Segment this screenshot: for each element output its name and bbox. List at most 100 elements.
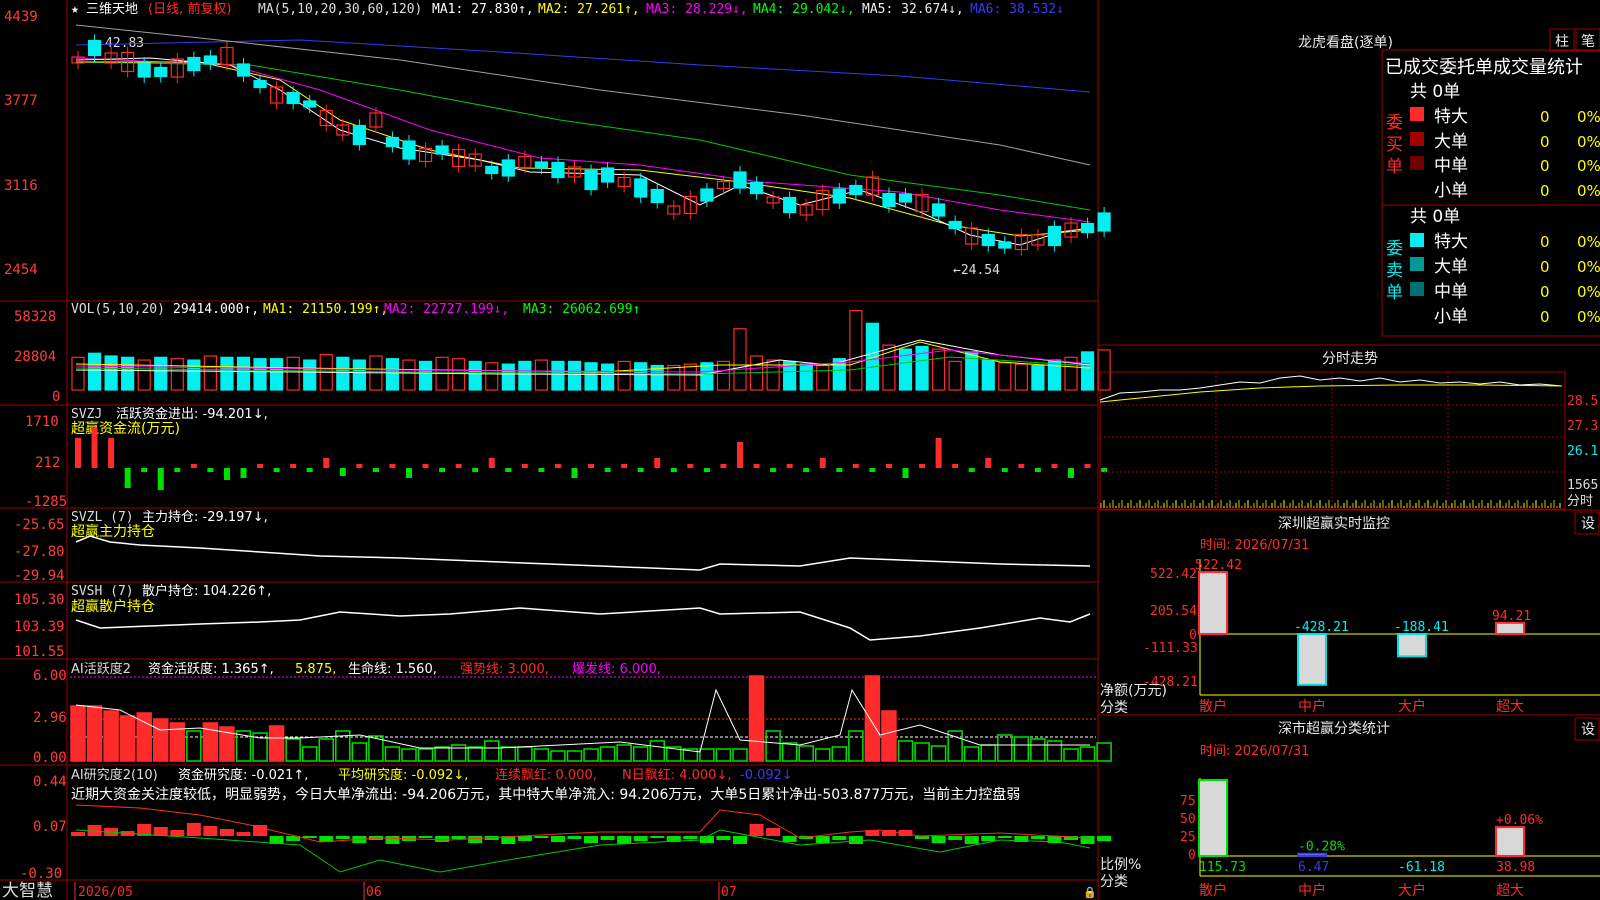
ai2-bar: [948, 836, 963, 840]
ma60-line: [75, 24, 1091, 166]
ai2-bar: [617, 836, 632, 844]
svzl-sub: 超赢主力持仓: [71, 523, 155, 540]
ai1-bar: [1030, 738, 1046, 762]
sell-m-value: 0: [1540, 283, 1550, 301]
ma5-value: MA5: 32.674↓,: [862, 2, 964, 17]
ai1-bar: [997, 734, 1013, 762]
ai1-bar: [715, 748, 732, 762]
candle-body: [485, 165, 499, 175]
buy-s-pct: 0%: [1577, 182, 1600, 200]
candle-body: [435, 145, 449, 155]
svzj-bar: [273, 468, 280, 472]
classify-tick-1: 75: [1180, 794, 1196, 809]
monitor-settings-label: 设: [1581, 516, 1595, 532]
volume-bar: [71, 356, 85, 391]
sell-m-label: 中单: [1434, 282, 1468, 302]
svzj-sub: 超赢资金流(万元): [71, 420, 180, 437]
candle-body: [1080, 222, 1095, 234]
sell-l-value: 0: [1540, 258, 1550, 276]
svzl-tick-1: -25.65: [14, 517, 65, 533]
volume-bar: [452, 358, 466, 391]
candle-body: [187, 56, 201, 72]
svzj-bar: [190, 464, 197, 468]
classify-bottom-label: 115.73: [1199, 860, 1246, 875]
ai2-bar: [203, 826, 218, 836]
monitor-time: 时间: 2026/07/31: [1200, 538, 1309, 553]
ai1-d: 强势线: 3.000,: [460, 661, 549, 677]
candle-body: [1047, 225, 1062, 247]
volume-bar: [716, 360, 731, 391]
svzj-bar: [935, 438, 942, 468]
classify-bars: 115.73 散户 -0.28% 6.47 中户 -61.18 大户 +0.06% 38.98 超…: [1198, 779, 1543, 899]
bar-mode-button-label: 柱: [1555, 34, 1569, 50]
volume-bar: [1014, 363, 1028, 391]
date-label-jun: 06: [366, 885, 382, 900]
volume-bar: [203, 355, 217, 391]
volume-bar: [336, 356, 350, 391]
ai2-bar: [733, 836, 747, 844]
buy-l-pct: 0%: [1577, 133, 1600, 151]
svzj-bar: [1101, 468, 1108, 472]
monitor-bars: 522.42 散户 -428.21 中户 -188.41 大户 94.21 超大: [1195, 558, 1531, 715]
monitor-bar-label: 522.42: [1195, 558, 1242, 573]
svzj-bar: [174, 468, 181, 472]
ai1-bar: [417, 748, 434, 762]
ai1-bar: [351, 742, 368, 762]
svzj-bar: [91, 428, 98, 468]
svzj-bar: [1018, 464, 1025, 468]
ai1-bar: [186, 730, 202, 762]
ai1-title: AI活跃度2: [71, 661, 131, 677]
volume-bar: [931, 348, 946, 391]
ai2-bar: [71, 832, 85, 836]
ai2-bar: [964, 836, 979, 844]
ai1-e: 爆发线: 6.000,: [572, 661, 661, 677]
candle-body: [501, 159, 515, 177]
volume-bar: [104, 355, 118, 391]
ai2-bars: [71, 823, 1112, 844]
candle-body: [832, 188, 846, 204]
vol-ma2: MA2: 22727.199↓,: [384, 302, 509, 317]
ai2-title: AI研究度2(10): [71, 767, 158, 783]
sell-m-pct: 0%: [1577, 283, 1600, 301]
classify-tick-2: 50: [1180, 812, 1196, 827]
svzj-bar: [141, 468, 148, 472]
monitor-ylabel: 净额(万元): [1100, 683, 1167, 699]
star-icon: ★: [71, 2, 79, 17]
ai1-bar: [1096, 742, 1112, 762]
ai2-bar: [153, 827, 168, 836]
svzj-tick-1: 1710: [25, 414, 59, 430]
classify-top-label: -0.28%: [1298, 840, 1345, 855]
candle-body: [137, 62, 151, 78]
ai2-e: -0.092↓: [740, 768, 793, 783]
price-tick-3: 3116: [4, 178, 38, 194]
svzj-bar: [521, 464, 528, 468]
ai1-bar: [881, 710, 897, 762]
svsh-axis: 105.30 103.39 101.55: [14, 592, 65, 660]
svzj-bar: [753, 464, 760, 468]
volume-bar: [617, 360, 631, 391]
ai2-bar: [848, 836, 863, 844]
ai2-bar: [385, 836, 400, 844]
ai1-bar: [914, 742, 930, 762]
svzj-bar: [124, 468, 131, 488]
monitor-bar: [1198, 571, 1228, 635]
vol-tick-3: 0: [52, 389, 60, 405]
volume-bar: [634, 362, 648, 391]
svzj-bar: [770, 468, 777, 472]
fenshi-volume: [1100, 500, 1561, 508]
ai2-bar: [650, 836, 665, 838]
svzj-bar: [985, 458, 992, 468]
ai2-tick-1: 0.44: [33, 774, 67, 790]
classify-cat-label: 中户: [1298, 882, 1326, 899]
price-tick-1: 4439: [4, 9, 38, 25]
ai2-bar: [584, 836, 599, 843]
svzj-bar: [339, 468, 346, 476]
sell-l-label: 大单: [1434, 257, 1468, 277]
ai2-bar: [302, 836, 317, 838]
vol-tick-2: 28804: [14, 349, 56, 365]
ai2-bar: [468, 836, 483, 843]
ai1-axis: 6.00 2.96 0.00: [33, 668, 67, 766]
ai1-bar: [401, 748, 417, 762]
buy-label-3: 单: [1386, 157, 1403, 177]
classify-ylabel: 比例%: [1100, 857, 1141, 873]
